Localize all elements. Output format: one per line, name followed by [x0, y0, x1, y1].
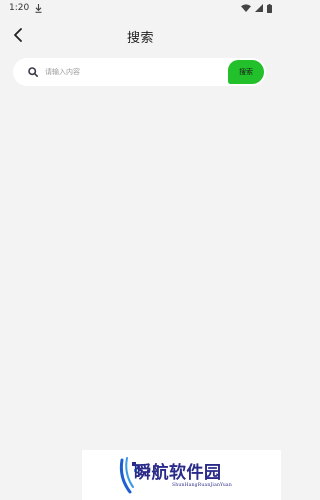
watermark-title: 瞬航软件园 [134, 463, 222, 483]
status-time: 1:20 [9, 3, 30, 13]
wifi-icon [241, 4, 251, 12]
download-icon [35, 3, 42, 13]
search-input[interactable] [45, 62, 228, 82]
chevron-left-icon [13, 27, 23, 46]
battery-icon [267, 3, 272, 13]
status-right [241, 3, 272, 13]
search-screen: 1:20 搜索 请输入内容 搜索 瞬航软件园 ShunHangRuanJianY… [0, 0, 281, 500]
page-title: 搜索 [126, 30, 154, 46]
watermark: 瞬航软件园 ShunHangRuanJianYuan [82, 450, 281, 500]
signal-icon [255, 4, 263, 12]
search-icon [28, 67, 38, 77]
back-button[interactable] [8, 24, 28, 48]
search-bar: 搜索 [13, 58, 266, 86]
status-bar: 1:20 [0, 0, 281, 16]
watermark-subtitle: ShunHangRuanJianYuan [172, 483, 232, 488]
search-button[interactable]: 搜索 [228, 60, 264, 84]
status-left: 1:20 [9, 3, 42, 13]
header-bar: 搜索 [0, 20, 281, 52]
